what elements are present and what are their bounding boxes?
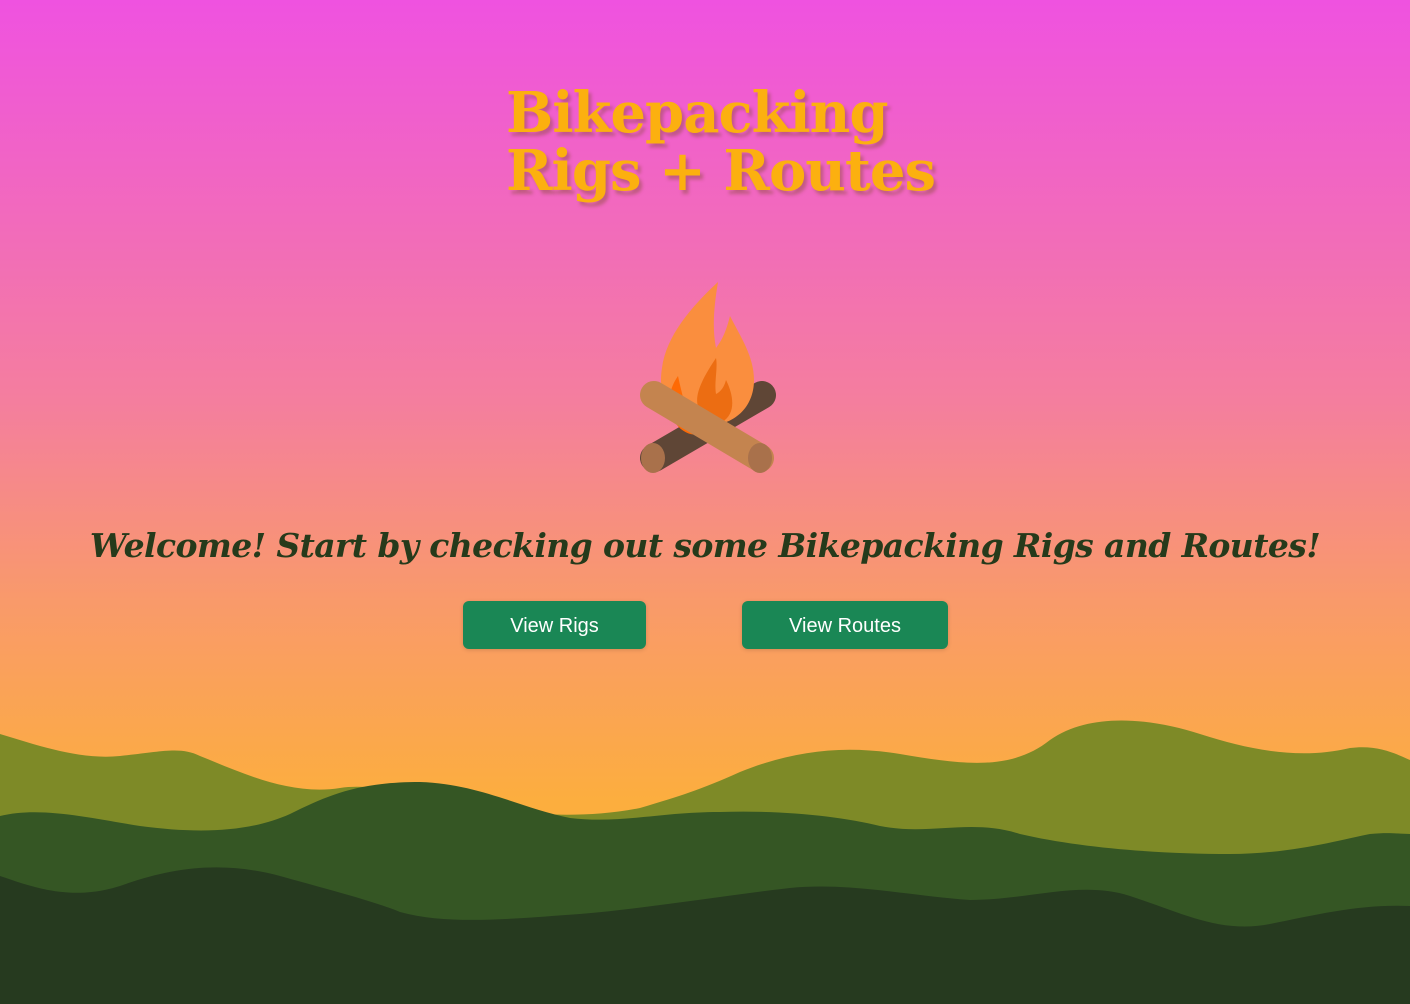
mountain-landscape (0, 720, 1410, 1004)
title-line-1: Bikepacking (506, 80, 889, 146)
view-rigs-button[interactable]: View Rigs (463, 601, 646, 649)
title-line-2: Rigs + Routes (506, 138, 936, 204)
welcome-message: Welcome! Start by checking out some Bike… (89, 526, 1321, 565)
view-routes-button[interactable]: View Routes (742, 601, 948, 649)
campfire-icon (640, 282, 776, 473)
page-title: Bikepacking Rigs + Routes (506, 80, 936, 204)
